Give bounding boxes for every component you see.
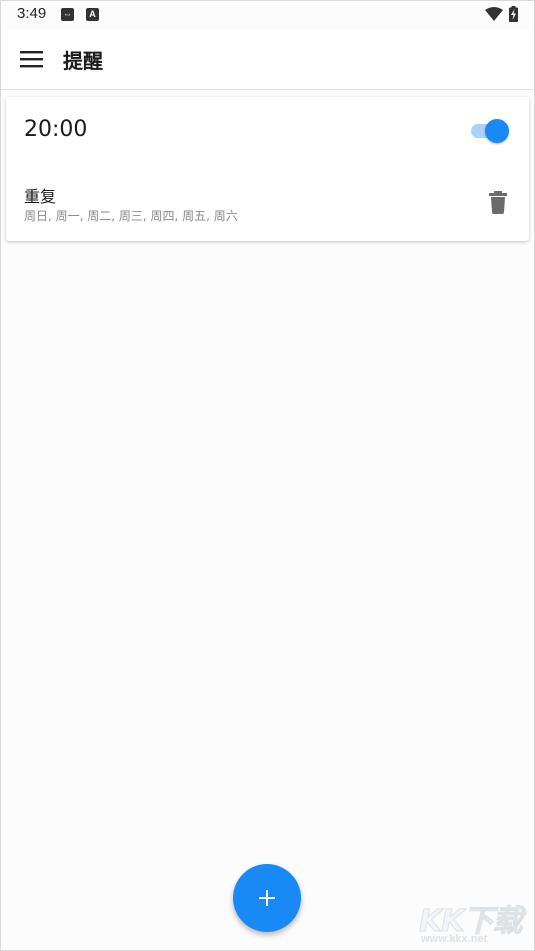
hamburger-menu-icon (20, 51, 43, 68)
delete-button[interactable] (486, 189, 510, 217)
reminder-card: 20:00 重复 周日, 周一, 周二, 周三, 周四, 周五, 周六 (6, 97, 529, 241)
watermark-url: www.kkx.net (421, 933, 488, 945)
reminder-time[interactable]: 20:00 (24, 117, 87, 142)
repeat-label[interactable]: 重复 (24, 183, 56, 207)
reminder-enable-toggle[interactable] (469, 119, 509, 143)
status-time: 3:49 (17, 5, 47, 22)
app-bar: 提醒 (1, 29, 534, 90)
page-title: 提醒 (63, 49, 103, 73)
reminder-screen: 3:49 ⇔ A 提醒 20:00 重复 周日, 周一, 周二, 周三, 周四,… (0, 0, 535, 951)
plus-icon (259, 890, 275, 906)
notification-icon-sync: ⇔ (61, 8, 74, 21)
watermark: KK下载 www.kkx.net (419, 896, 531, 948)
wifi-icon (485, 7, 503, 21)
status-bar: 3:49 ⇔ A (1, 1, 534, 29)
repeat-days[interactable]: 周日, 周一, 周二, 周三, 周四, 周五, 周六 (24, 207, 238, 224)
battery-charging-icon (509, 6, 518, 22)
add-reminder-button[interactable] (233, 864, 301, 932)
menu-button[interactable] (15, 42, 49, 76)
trash-icon (489, 191, 507, 214)
toggle-thumb (485, 119, 509, 143)
notification-icon-a: A (86, 8, 99, 21)
